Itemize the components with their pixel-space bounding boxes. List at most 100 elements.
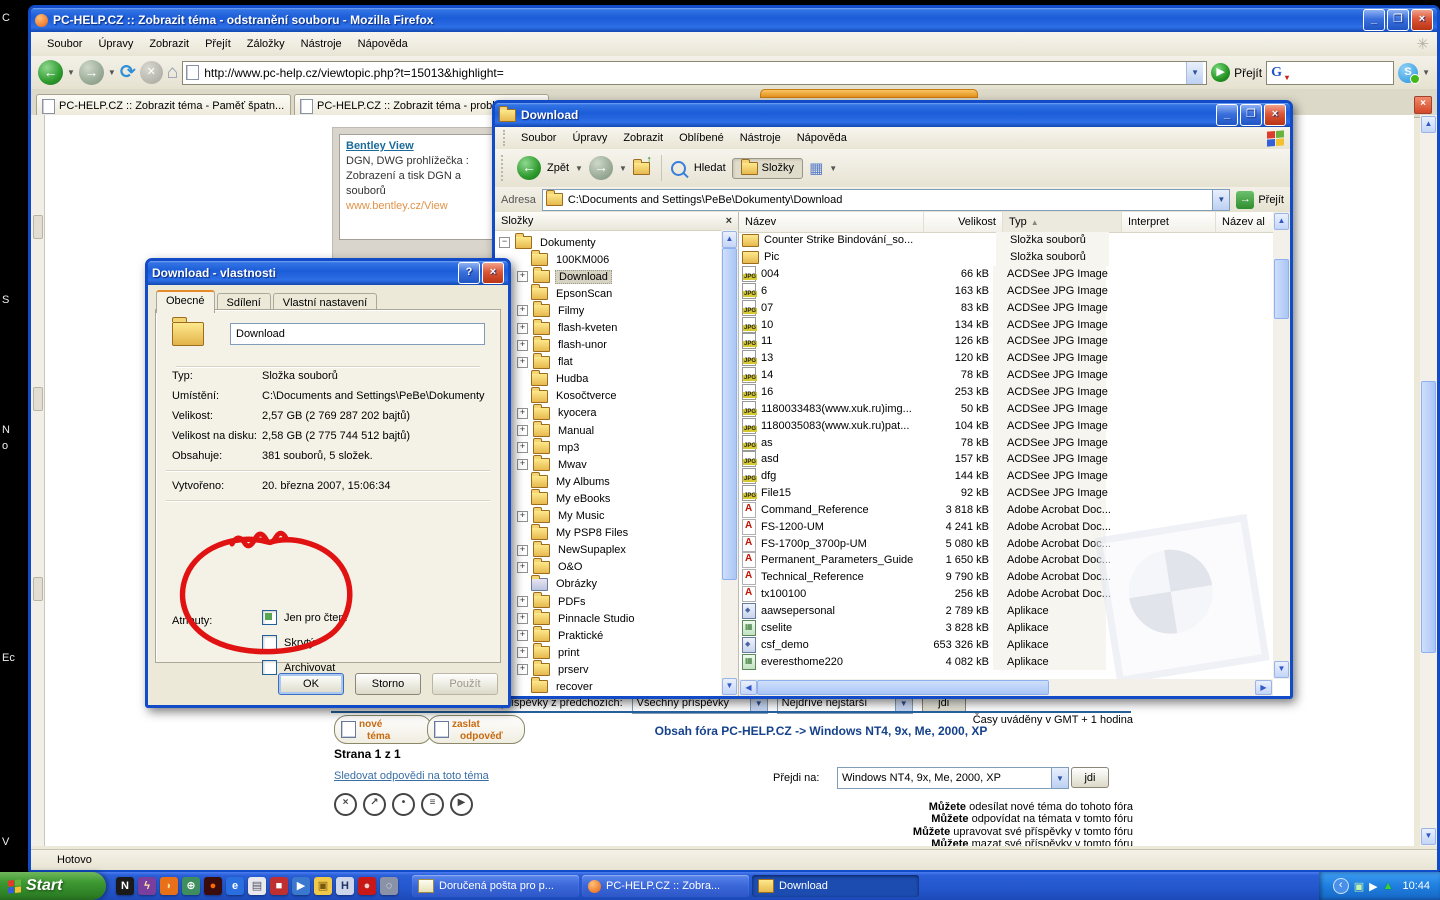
expand-icon[interactable]: + [517, 647, 528, 658]
quicklaunch-messenger-icon[interactable]: ◌ [380, 877, 398, 895]
horizontal-scrollbar[interactable]: ◀ ▶ [739, 679, 1273, 696]
scroll-right-icon[interactable]: ▶ [1255, 680, 1272, 695]
address-field[interactable]: C:\Documents and Settings\PeBe\Dokumenty… [542, 189, 1230, 211]
ad-title-link[interactable]: Bentley View [346, 140, 414, 152]
tree-item[interactable]: +Download [495, 268, 721, 285]
firefox-titlebar[interactable]: PC-HELP.CZ :: Zobrazit téma - odstranění… [31, 8, 1437, 32]
address-go-button[interactable]: → Přejít [1236, 191, 1284, 209]
tree-item[interactable]: +NewSupaplex [495, 542, 721, 559]
close-button[interactable]: × [482, 262, 504, 284]
file-row[interactable]: 10134 kBACDSee JPG Image [739, 316, 1273, 333]
column-header[interactable]: Název [739, 212, 924, 232]
expand-icon[interactable]: + [517, 408, 528, 419]
menu-item[interactable]: Úpravy [564, 130, 615, 146]
scroll-up-icon[interactable]: ▲ [1274, 213, 1289, 230]
file-row[interactable]: 00466 kBACDSee JPG Image [739, 266, 1273, 283]
expand-icon[interactable]: + [517, 271, 528, 282]
post-skip-icon[interactable]: ▶ [450, 793, 473, 816]
skype-icon[interactable]: S [1398, 63, 1418, 83]
tree-item[interactable]: +prserv [495, 661, 721, 678]
reload-button[interactable]: ⟳ [120, 61, 136, 84]
file-row[interactable]: Command_Reference3 818 kBAdobe Acrobat D… [739, 502, 1273, 519]
tree-item[interactable]: +PDFs [495, 593, 721, 610]
tree-scrollbar[interactable]: ▲ ▼ [721, 230, 738, 696]
tree-item[interactable]: Kosočtverce [495, 388, 721, 405]
collapse-icon[interactable]: − [499, 237, 510, 248]
tree-item[interactable]: +mp3 [495, 439, 721, 456]
start-button[interactable]: Start [0, 872, 106, 900]
expand-icon[interactable]: + [517, 323, 528, 334]
close-button[interactable]: × [1264, 104, 1286, 126]
folders-button[interactable]: Složky [732, 158, 803, 179]
post-lock-icon[interactable]: • [392, 793, 415, 816]
tree-item[interactable]: My PSP8 Files [495, 525, 721, 542]
quicklaunch-office-h-icon[interactable]: H [336, 877, 354, 895]
back-button[interactable]: ← [38, 60, 63, 85]
forum-breadcrumb[interactable]: Obsah fóra PC-HELP.CZ -> Windows NT4, 9x… [491, 724, 1151, 738]
scroll-down-icon[interactable]: ▼ [722, 678, 737, 695]
file-row[interactable]: 1478 kBACDSee JPG Image [739, 367, 1273, 384]
tree-item[interactable]: +print [495, 644, 721, 661]
expand-icon[interactable]: + [517, 545, 528, 556]
forward-button[interactable]: → [79, 60, 104, 85]
tray-hide-chevron-icon[interactable]: ‹ [1333, 878, 1349, 894]
views-icon[interactable]: ▦ [809, 159, 823, 177]
tray-alert-icon[interactable]: ▲ [1383, 880, 1394, 892]
menu-item[interactable]: Nápověda [789, 130, 855, 146]
views-dropdown-icon[interactable]: ▼ [829, 164, 837, 173]
scroll-thumb[interactable] [1421, 381, 1436, 653]
forward-button[interactable]: → [589, 156, 613, 180]
menu-item[interactable]: Soubor [513, 130, 564, 146]
column-header[interactable]: Velikost [924, 212, 1003, 232]
up-folder-button[interactable] [633, 162, 650, 175]
url-dropdown-icon[interactable]: ▼ [1186, 62, 1203, 84]
back-button[interactable]: ← [517, 156, 541, 180]
menu-item[interactable]: Zobrazit [141, 36, 197, 52]
browser-scrollbar[interactable]: ▲ ▼ [1420, 115, 1437, 846]
tree-item[interactable]: +Pinnacle Studio [495, 610, 721, 627]
post-delete-icon[interactable]: × [334, 793, 357, 816]
minimize-button[interactable]: _ [1216, 104, 1238, 126]
quicklaunch-firefox-icon[interactable]: ◗ [160, 877, 178, 895]
tree-item[interactable]: +kyocera [495, 405, 721, 422]
scroll-up-icon[interactable]: ▲ [722, 231, 737, 248]
menu-item[interactable]: Úpravy [90, 36, 141, 52]
taskbar-task[interactable]: Doručená pošta pro p... [412, 875, 579, 897]
search-icon[interactable] [671, 161, 686, 176]
file-row[interactable]: 1180033483(www.xuk.ru)img...50 kBACDSee … [739, 400, 1273, 417]
address-dropdown-icon[interactable]: ▼ [1212, 190, 1229, 210]
post-goto-arrow-icon[interactable]: ↗ [363, 793, 386, 816]
quicklaunch-internet-explorer-icon[interactable]: e [226, 877, 244, 895]
taskbar-task[interactable]: PC-HELP.CZ :: Zobra... [582, 875, 749, 897]
tab-general[interactable]: Obecné [156, 290, 215, 313]
file-row[interactable]: 1180035083(www.xuk.ru)pat...104 kBACDSee… [739, 417, 1273, 434]
expand-icon[interactable]: + [517, 630, 528, 641]
dialog-titlebar[interactable]: Download - vlastnosti ? × [148, 261, 508, 285]
file-row[interactable]: asd157 kBACDSee JPG Image [739, 451, 1273, 468]
taskbar-task[interactable]: Download [752, 875, 919, 897]
tray-play-icon[interactable]: ▶ [1369, 880, 1377, 893]
close-button[interactable]: × [1411, 9, 1433, 31]
expand-icon[interactable]: + [517, 340, 528, 351]
file-row[interactable]: 16253 kBACDSee JPG Image [739, 384, 1273, 401]
home-button[interactable]: ⌂ [167, 62, 178, 84]
column-header[interactable]: Interpret [1122, 212, 1216, 232]
forward-dropdown-icon[interactable]: ▼ [619, 164, 627, 173]
tree-item[interactable]: +Mwav [495, 456, 721, 473]
watch-topic-link[interactable]: Sledovat odpovědi na toto téma [334, 770, 489, 782]
new-topic-button[interactable]: nové téma [334, 715, 432, 744]
file-row[interactable]: Counter Strike Bindování_so...Složka sou… [739, 232, 1273, 249]
quicklaunch-media-dark-icon[interactable]: ● [204, 877, 222, 895]
maximize-button[interactable]: ❐ [1387, 9, 1409, 31]
quicklaunch-document-icon[interactable]: ▤ [248, 877, 266, 895]
menu-item[interactable]: Soubor [39, 36, 90, 52]
quicklaunch-media-red-icon[interactable]: ■ [270, 877, 288, 895]
expand-icon[interactable]: + [517, 442, 528, 453]
column-header[interactable]: Název al [1216, 212, 1273, 232]
explorer-titlebar[interactable]: Download _ ❐ × [495, 103, 1290, 127]
checkbox[interactable] [262, 610, 277, 625]
tree-item[interactable]: +Manual [495, 422, 721, 439]
menu-item[interactable]: Oblíbené [671, 130, 732, 146]
file-row[interactable]: as78 kBACDSee JPG Image [739, 434, 1273, 451]
close-panel-icon[interactable]: × [726, 215, 732, 227]
